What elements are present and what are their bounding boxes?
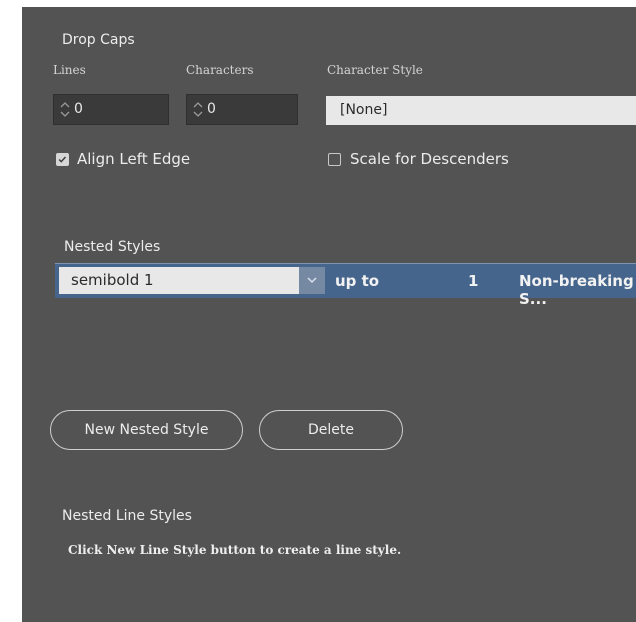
lines-value[interactable]: 0 bbox=[74, 101, 83, 117]
lines-stepper[interactable]: 0 bbox=[53, 94, 169, 125]
lines-label: Lines bbox=[53, 63, 86, 77]
nested-styles-title: Nested Styles bbox=[64, 239, 161, 255]
characters-stepper[interactable]: 0 bbox=[186, 94, 298, 125]
character-style-label: Character Style bbox=[327, 63, 423, 77]
drop-caps-title: Drop Caps bbox=[62, 32, 135, 48]
align-left-edge-label: Align Left Edge bbox=[77, 150, 191, 168]
characters-label: Characters bbox=[186, 63, 254, 77]
nested-mode[interactable]: up to bbox=[335, 272, 379, 290]
delete-button[interactable]: Delete bbox=[259, 410, 403, 450]
paragraph-style-panel: Drop Caps Lines Characters Character Sty… bbox=[22, 7, 636, 622]
chevron-down-icon bbox=[307, 277, 317, 284]
character-style-value: [None] bbox=[340, 102, 388, 118]
new-nested-style-label: New Nested Style bbox=[84, 422, 209, 438]
scale-descenders-label: Scale for Descenders bbox=[350, 150, 509, 168]
scale-descenders-checkbox[interactable] bbox=[328, 153, 341, 166]
nested-style-dropdown[interactable] bbox=[299, 267, 325, 294]
align-left-edge-checkbox[interactable] bbox=[56, 153, 69, 166]
nested-line-styles-hint: Click New Line Style button to create a … bbox=[68, 543, 402, 557]
nested-delimiter[interactable]: Non-breaking S... bbox=[519, 272, 636, 308]
nested-character-style-select[interactable]: semibold 1 bbox=[59, 267, 299, 294]
characters-value[interactable]: 0 bbox=[207, 101, 216, 117]
nested-line-styles-title: Nested Line Styles bbox=[62, 508, 192, 524]
character-style-select[interactable]: [None] bbox=[326, 96, 636, 125]
nested-count[interactable]: 1 bbox=[468, 272, 478, 290]
delete-label: Delete bbox=[308, 422, 354, 438]
nested-style-value: semibold 1 bbox=[71, 271, 154, 289]
checkmark-icon bbox=[58, 156, 67, 163]
new-nested-style-button[interactable]: New Nested Style bbox=[50, 410, 243, 450]
nested-style-row[interactable]: semibold 1 up to 1 Non-breaking S... bbox=[55, 263, 636, 308]
stepper-arrows-icon[interactable] bbox=[59, 99, 71, 120]
stepper-arrows-icon[interactable] bbox=[192, 99, 204, 120]
